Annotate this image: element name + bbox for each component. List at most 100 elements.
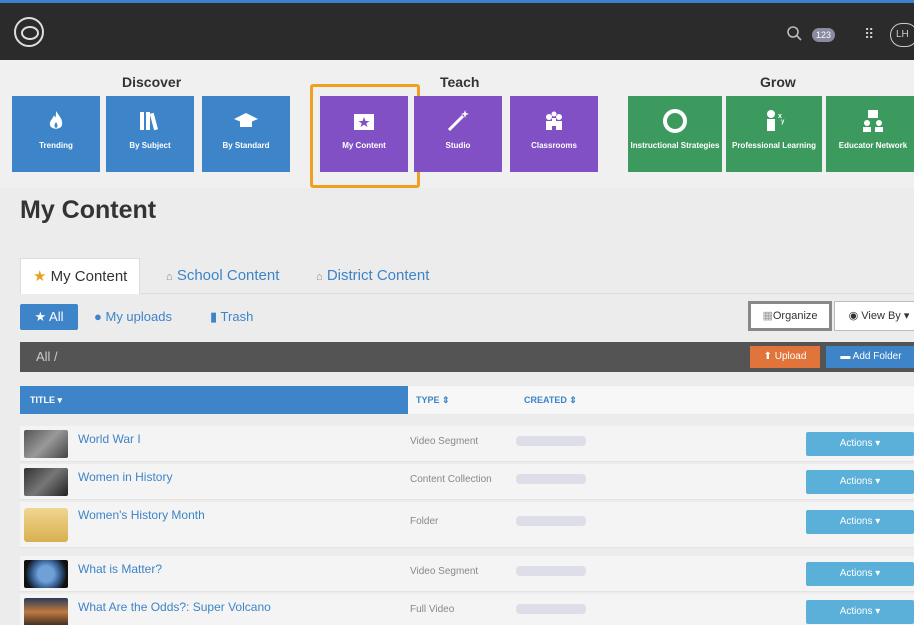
section-teach: Teach — [440, 74, 480, 90]
tab-school-content[interactable]: ⌂ School Content — [166, 258, 279, 294]
row-title-link[interactable]: Women's History Month — [78, 508, 205, 522]
tile-label: Educator Network — [838, 141, 908, 150]
magic-wand-icon — [447, 110, 469, 132]
table-header: TITLE ▾ TYPE ⇕ CREATED ⇕ — [20, 386, 914, 414]
top-bar: 123 ⠿ LH — [0, 0, 914, 60]
filter-trash[interactable]: ▮ Trash — [210, 304, 253, 330]
tile-label: Classrooms — [531, 141, 577, 150]
eye-icon: ◉ — [848, 310, 859, 322]
collection-thumbnail — [24, 468, 68, 496]
row-title-link[interactable]: Women in History — [78, 470, 172, 484]
row-type: Video Segment — [410, 566, 479, 577]
column-label: TITLE — [30, 395, 55, 405]
filter-my-uploads[interactable]: ● My uploads — [94, 304, 172, 330]
organize-label: Organize — [772, 310, 818, 322]
graduation-cap-icon — [234, 113, 258, 127]
tab-my-content[interactable]: ★ My Content — [20, 258, 141, 294]
tile-instructional-strategies[interactable]: Instructional Strategies — [628, 96, 722, 172]
logo-icon[interactable] — [14, 17, 44, 47]
upload-circle-icon: ● — [94, 309, 102, 324]
trash-icon: ▮ — [210, 309, 218, 324]
tile-label: By Standard — [222, 141, 270, 150]
flame-icon — [49, 111, 63, 129]
svg-text:y: y — [781, 119, 785, 125]
table-row[interactable]: Women's History Month Folder Actions ▾ — [20, 502, 914, 548]
breadcrumb-bar: All / ⬆ Upload ▬ Add Folder — [20, 342, 914, 372]
tab-label: My Content — [50, 268, 128, 285]
row-created-date — [516, 474, 586, 484]
actions-button[interactable]: Actions ▾ — [806, 432, 914, 456]
video-thumbnail — [24, 560, 68, 588]
organize-icon: ▦ — [762, 310, 773, 322]
search-icon[interactable] — [786, 25, 804, 43]
filter-bar: ★ All ● My uploads ▮ Trash ▦Organize ◉ V… — [20, 301, 914, 332]
star-icon: ★ — [33, 268, 47, 285]
organize-button[interactable]: ▦Organize — [748, 301, 832, 331]
row-type: Full Video — [410, 604, 455, 615]
tile-label: Trending — [39, 141, 73, 150]
row-type: Content Collection — [410, 474, 492, 485]
apps-grid-icon[interactable]: ⠿ — [864, 27, 878, 41]
school-icon: ⌂ — [166, 271, 173, 283]
row-type: Video Segment — [410, 436, 479, 447]
row-title-link[interactable]: World War I — [78, 432, 141, 446]
tab-label: School Content — [176, 267, 280, 284]
books-icon — [140, 112, 159, 131]
people-icon — [546, 111, 562, 130]
actions-button[interactable]: Actions ▾ — [806, 470, 914, 494]
tile-trending[interactable]: Trending — [12, 96, 100, 172]
tile-by-subject[interactable]: By Subject — [106, 96, 194, 172]
tile-educator-network[interactable]: Educator Network — [826, 96, 914, 172]
video-thumbnail — [24, 598, 68, 625]
row-created-date — [516, 516, 586, 526]
row-type: Folder — [410, 516, 439, 527]
add-folder-button[interactable]: ▬ Add Folder — [826, 346, 914, 368]
tab-district-content[interactable]: ⌂ District Content — [316, 258, 429, 294]
tile-label: Instructional Strategies — [630, 141, 720, 150]
row-created-date — [516, 436, 586, 446]
column-created-header[interactable]: CREATED ⇕ — [524, 386, 577, 414]
table-row[interactable]: What Are the Odds?: Super Volcano Full V… — [20, 594, 914, 625]
view-by-label: View By — [861, 310, 901, 322]
actions-button[interactable]: Actions ▾ — [806, 562, 914, 586]
upload-label: Upload — [774, 351, 807, 362]
tile-by-standard[interactable]: By Standard — [202, 96, 290, 172]
tile-classrooms[interactable]: Classrooms — [510, 96, 598, 172]
lifebuoy-icon — [663, 109, 687, 133]
row-title-link[interactable]: What is Matter? — [78, 562, 162, 576]
district-icon: ⌂ — [316, 271, 323, 283]
learner-icon: xy — [767, 110, 785, 131]
upload-icon: ⬆ — [763, 351, 772, 362]
star-icon: ★ — [34, 309, 47, 324]
section-grow: Grow — [760, 74, 796, 90]
tile-label: Professional Learning — [731, 141, 817, 150]
tile-label: Studio — [445, 141, 471, 150]
column-title-header[interactable]: TITLE ▾ — [20, 386, 408, 414]
actions-button[interactable]: Actions ▾ — [806, 510, 914, 534]
view-by-button[interactable]: ◉ View By ▾ — [834, 301, 914, 331]
avatar[interactable]: LH — [890, 23, 914, 47]
row-created-date — [516, 566, 586, 576]
filter-label: My uploads — [105, 309, 172, 324]
upload-button[interactable]: ⬆ Upload — [750, 346, 820, 368]
filter-all-button[interactable]: ★ All — [20, 304, 78, 330]
page-title: My Content — [20, 196, 157, 224]
tile-studio[interactable]: Studio — [414, 96, 502, 172]
table-row[interactable]: Women in History Content Collection Acti… — [20, 464, 914, 500]
table-row[interactable]: World War I Video Segment Actions ▾ — [20, 426, 914, 462]
content-tabs: ★ My Content ⌂ School Content ⌂ District… — [20, 258, 914, 294]
folder-icon: ▬ — [840, 351, 851, 362]
actions-button[interactable]: Actions ▾ — [806, 600, 914, 624]
section-discover: Discover — [122, 74, 182, 90]
column-label: TYPE — [416, 395, 440, 405]
tile-my-content[interactable]: My Content — [320, 96, 408, 172]
folder-icon — [24, 508, 68, 542]
video-thumbnail — [24, 430, 68, 458]
count-badge[interactable]: 123 — [812, 28, 836, 42]
breadcrumb[interactable]: All / — [36, 342, 58, 372]
column-type-header[interactable]: TYPE ⇕ — [416, 386, 450, 414]
row-title-link[interactable]: What Are the Odds?: Super Volcano — [78, 600, 271, 614]
network-icon — [863, 110, 883, 132]
tile-professional-learning[interactable]: xy Professional Learning — [726, 96, 822, 172]
table-row[interactable]: What is Matter? Video Segment Actions ▾ — [20, 556, 914, 592]
